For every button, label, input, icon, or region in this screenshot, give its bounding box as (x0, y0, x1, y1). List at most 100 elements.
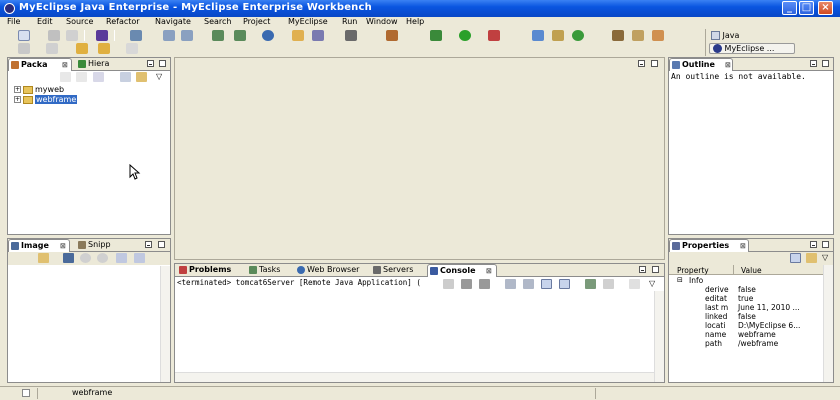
db-icon[interactable] (312, 30, 324, 41)
scrollbar[interactable] (160, 266, 170, 382)
minimize-view-icon[interactable] (145, 241, 152, 248)
maximize-view-icon[interactable] (822, 60, 829, 67)
scrollbar[interactable] (823, 265, 833, 382)
last-edit-icon[interactable] (46, 43, 58, 54)
tab-image[interactable]: Image ⊠ (8, 239, 70, 252)
expand-icon[interactable]: + (14, 96, 21, 103)
close-tab-icon[interactable]: ⊠ (725, 59, 731, 71)
fit-image-icon[interactable] (63, 253, 74, 263)
zoom-out-icon[interactable] (80, 253, 91, 263)
new-icon[interactable] (18, 30, 30, 41)
perspective-java[interactable]: Java (711, 31, 739, 40)
tab-tasks[interactable]: Tasks (247, 264, 291, 277)
save-icon[interactable] (48, 30, 60, 41)
maximize-view-icon[interactable] (158, 241, 165, 248)
fast-view-icon[interactable] (22, 389, 30, 397)
menu-source[interactable]: Source (66, 17, 93, 26)
tab-package-explorer[interactable]: Packa ⊠ (8, 58, 72, 71)
column-value[interactable]: Value (741, 266, 762, 275)
server-icon[interactable] (130, 30, 142, 41)
link-editor-icon[interactable] (136, 72, 147, 82)
categories-icon[interactable] (790, 253, 801, 263)
ext-tools-icon[interactable] (386, 30, 398, 41)
tab-hierarchy[interactable]: Hiera (76, 58, 136, 71)
property-row[interactable]: linked false (669, 312, 827, 321)
edit-icon[interactable] (18, 43, 30, 54)
tab-problems[interactable]: Problems (177, 264, 243, 277)
property-row[interactable]: last m June 11, 2010 ... (669, 303, 827, 312)
console-view-icon[interactable] (345, 30, 357, 41)
tomcat-icon[interactable] (212, 30, 224, 41)
new-java-project-icon[interactable] (532, 30, 544, 41)
scrollbar[interactable] (654, 291, 664, 382)
up-icon[interactable] (93, 72, 104, 82)
terminate-icon[interactable] (443, 279, 454, 289)
open-type-icon[interactable] (96, 30, 108, 41)
show-stdout-icon[interactable] (541, 279, 552, 289)
property-group[interactable]: ⊟ Info (669, 276, 827, 285)
menu-file[interactable]: File (7, 17, 20, 26)
menu-myeclipse[interactable]: MyEclipse (288, 17, 328, 26)
tab-console[interactable]: Console ⊠ (427, 264, 497, 277)
remove-launch-icon[interactable] (461, 279, 472, 289)
pin-console-icon[interactable] (585, 279, 596, 289)
menu-navigate[interactable]: Navigate (155, 17, 191, 26)
display-console-icon[interactable] (603, 279, 614, 289)
minimize-view-icon[interactable] (147, 60, 154, 67)
forward-nav-icon[interactable] (76, 72, 87, 82)
run-icon[interactable] (459, 30, 471, 41)
close-button[interactable]: × (818, 1, 833, 15)
minimize-view-icon[interactable] (639, 266, 646, 273)
perspective-myeclipse[interactable]: MyEclipse ... (709, 43, 795, 54)
forward-icon[interactable] (98, 43, 110, 54)
tree-item[interactable]: + webframe (14, 95, 78, 104)
print-icon[interactable] (66, 30, 78, 41)
scroll-lock-icon[interactable] (523, 279, 534, 289)
clear-console-icon[interactable] (505, 279, 516, 289)
tab-snippets[interactable]: Snipp (76, 239, 136, 252)
tab-properties[interactable]: Properties ⊠ (669, 239, 749, 252)
zoom-in-icon[interactable] (97, 253, 108, 263)
nav-forward-icon[interactable] (126, 43, 138, 54)
minimize-view-icon[interactable] (810, 60, 817, 67)
deploy-icon[interactable] (163, 30, 175, 41)
menu-help[interactable]: Help (406, 17, 424, 26)
menu-edit[interactable]: Edit (37, 17, 53, 26)
tab-web-browser[interactable]: Web Browser (295, 264, 367, 277)
property-row[interactable]: name webframe (669, 330, 827, 339)
filter-icon[interactable] (806, 253, 817, 263)
maximize-view-icon[interactable] (159, 60, 166, 67)
collapse-all-icon[interactable] (120, 72, 131, 82)
debug-icon[interactable] (430, 30, 442, 41)
close-tab-icon[interactable]: ⊠ (486, 265, 492, 277)
search-icon[interactable] (612, 30, 624, 41)
close-tab-icon[interactable]: ⊠ (62, 59, 68, 71)
property-row[interactable]: locati D:\MyEclipse 6... (669, 321, 827, 330)
remove-all-icon[interactable] (479, 279, 490, 289)
minimize-button[interactable]: _ (782, 1, 797, 15)
horizontal-scrollbar[interactable] (175, 372, 654, 382)
back-icon[interactable] (76, 43, 88, 54)
view-menu-icon[interactable]: ▽ (156, 72, 162, 81)
collapse-icon[interactable]: ⊟ (677, 276, 683, 284)
maximize-button[interactable]: □ (799, 1, 814, 15)
property-row[interactable]: derive false (669, 285, 827, 294)
menu-project[interactable]: Project (243, 17, 270, 26)
menu-run[interactable]: Run (342, 17, 357, 26)
tab-outline[interactable]: Outline ⊠ (669, 58, 733, 71)
tree-item[interactable]: + myweb (14, 85, 64, 94)
view-menu-icon[interactable]: ▽ (649, 279, 655, 288)
maximize-view-icon[interactable] (652, 266, 659, 273)
fit-window-icon[interactable] (134, 253, 145, 263)
close-tab-icon[interactable]: ⊠ (740, 240, 746, 252)
back-nav-icon[interactable] (60, 72, 71, 82)
column-property[interactable]: Property (677, 266, 709, 275)
actual-size-icon[interactable] (116, 253, 127, 263)
tab-servers[interactable]: Servers (371, 264, 425, 277)
close-tab-icon[interactable]: ⊠ (60, 240, 66, 252)
view-menu-icon[interactable]: ▽ (822, 253, 828, 262)
run-server-icon[interactable] (234, 30, 246, 41)
menu-search[interactable]: Search (204, 17, 231, 26)
new-package-icon[interactable] (552, 30, 564, 41)
maximize-view-icon[interactable] (822, 241, 829, 248)
